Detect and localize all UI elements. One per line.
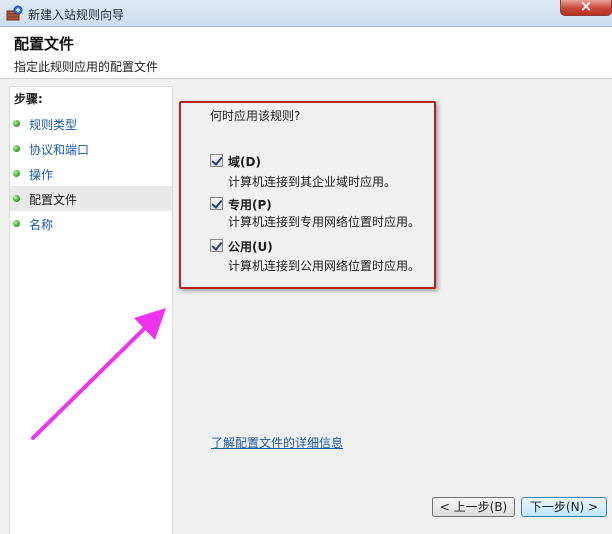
annotation-arrow-icon xyxy=(31,308,166,440)
next-button[interactable]: 下一步(N) > xyxy=(521,497,607,517)
back-button[interactable]: < 上一步(B) xyxy=(432,497,515,517)
learn-more-link[interactable]: 了解配置文件的详细信息 xyxy=(211,434,343,451)
